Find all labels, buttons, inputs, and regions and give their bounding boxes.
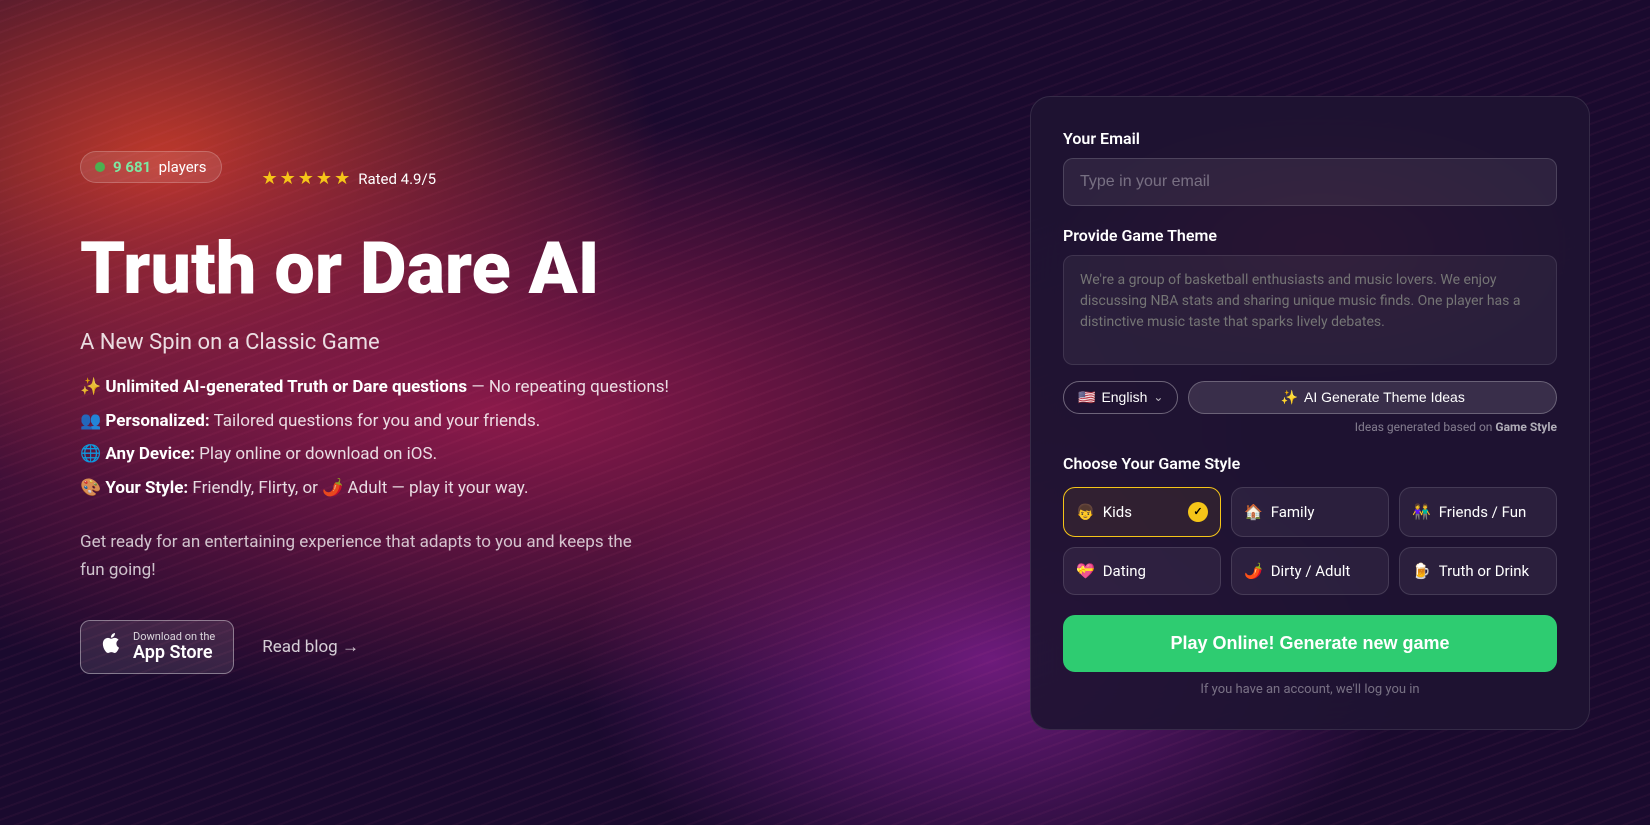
rating-text: Rated 4.9/5 <box>358 170 436 188</box>
style-icon: 👫 <box>1412 503 1431 521</box>
left-panel: 9 681 players ★★★★★ Rated 4.9/5 Truth or… <box>0 0 810 825</box>
style-card-friends---fun[interactable]: 👫 Friends / Fun <box>1399 487 1557 537</box>
email-input[interactable] <box>1063 158 1557 206</box>
description: Get ready for an entertaining experience… <box>80 529 640 583</box>
feature-rest: — No repeating questions! <box>471 377 669 397</box>
style-label: Dating <box>1103 562 1146 580</box>
theme-actions: 🇺🇸 English ⌄ ✨ AI Generate Theme Ideas <box>1063 381 1557 414</box>
style-label: Dirty / Adult <box>1271 562 1351 580</box>
play-button[interactable]: Play Online! Generate new game <box>1063 615 1557 672</box>
cta-row: Download on the App Store Read blog → <box>80 620 730 675</box>
feature-icon: ✨ <box>80 377 101 397</box>
sparkle-icon: ✨ <box>1281 389 1298 406</box>
online-indicator <box>95 162 105 172</box>
header-row: 9 681 players ★★★★★ Rated 4.9/5 <box>80 151 730 207</box>
rating-area: ★★★★★ Rated 4.9/5 <box>262 168 437 189</box>
players-badge: 9 681 players <box>80 151 222 183</box>
feature-rest: Tailored questions for you and your frie… <box>214 411 541 431</box>
feature-icon: 🎨 <box>80 478 101 498</box>
players-count: 9 681 <box>113 158 151 176</box>
style-grid: 👦 Kids ✓ 🏠 Family 👫 Friends / Fun 💝 Dating 🌶️ Dirt… <box>1063 487 1557 595</box>
language-button[interactable]: 🇺🇸 English ⌄ <box>1063 381 1178 414</box>
ai-btn-label: AI Generate Theme Ideas <box>1304 389 1465 405</box>
subtitle: A New Spin on a Classic Game <box>80 330 730 355</box>
email-label: Your Email <box>1063 129 1557 148</box>
style-label: Family <box>1271 503 1315 521</box>
feature-bold: Unlimited AI-generated Truth or Dare que… <box>105 377 467 397</box>
style-card-dating[interactable]: 💝 Dating <box>1063 547 1221 595</box>
chevron-down-icon: ⌄ <box>1153 390 1163 404</box>
app-store-label: Download on the App Store <box>133 631 215 664</box>
read-blog-link[interactable]: Read blog → <box>262 637 359 657</box>
style-label: Truth or Drink <box>1439 562 1529 580</box>
style-icon: 👦 <box>1076 503 1095 521</box>
style-icon: 🌶️ <box>1244 562 1263 580</box>
login-hint: If you have an account, we'll log you in <box>1063 682 1557 697</box>
theme-label: Provide Game Theme <box>1063 226 1557 245</box>
style-card-kids[interactable]: 👦 Kids ✓ <box>1063 487 1221 537</box>
feature-bold: Your Style: <box>105 478 188 498</box>
ai-generate-button[interactable]: ✨ AI Generate Theme Ideas <box>1188 381 1557 414</box>
download-on-text: Download on the <box>133 631 215 642</box>
style-card-truth-or-drink[interactable]: 🍺 Truth or Drink <box>1399 547 1557 595</box>
style-label: Kids <box>1103 503 1132 521</box>
right-panel: Your Email Provide Game Theme 🇺🇸 English… <box>1030 96 1590 730</box>
list-item: ✨ Unlimited AI-generated Truth or Dare q… <box>80 375 730 401</box>
players-text: 9 681 players <box>113 158 207 176</box>
game-style-label: Choose Your Game Style <box>1063 454 1557 473</box>
page-title: Truth or Dare AI <box>80 231 730 307</box>
app-store-button[interactable]: Download on the App Store <box>80 620 234 675</box>
list-item: 👥 Personalized: Tailored questions for y… <box>80 409 730 435</box>
star-icons: ★★★★★ <box>262 168 353 189</box>
feature-rest: Friendly, Flirty, or 🌶️ Adult — play it … <box>192 478 528 498</box>
feature-bold: Personalized: <box>105 411 209 431</box>
list-item: 🎨 Your Style: Friendly, Flirty, or 🌶️ Ad… <box>80 476 730 502</box>
style-label: Friends / Fun <box>1439 503 1527 521</box>
list-item: 🌐 Any Device: Play online or download on… <box>80 442 730 468</box>
check-icon: ✓ <box>1188 502 1208 522</box>
flag-icon: 🇺🇸 <box>1078 389 1095 406</box>
apple-icon <box>99 631 123 662</box>
store-name-text: App Store <box>133 642 215 664</box>
feature-bold: Any Device: <box>105 444 195 464</box>
feature-icon: 👥 <box>80 411 101 431</box>
style-icon: 🍺 <box>1412 562 1431 580</box>
style-icon: 💝 <box>1076 562 1095 580</box>
language-label: English <box>1101 389 1147 405</box>
style-card-dirty---adult[interactable]: 🌶️ Dirty / Adult <box>1231 547 1389 595</box>
hint-text: Ideas generated based on Game Style <box>1063 420 1557 434</box>
style-icon: 🏠 <box>1244 503 1263 521</box>
theme-textarea[interactable] <box>1063 255 1557 365</box>
feature-icon: 🌐 <box>80 444 101 464</box>
feature-list: ✨ Unlimited AI-generated Truth or Dare q… <box>80 375 730 509</box>
style-card-family[interactable]: 🏠 Family <box>1231 487 1389 537</box>
feature-rest: Play online or download on iOS. <box>199 444 437 464</box>
